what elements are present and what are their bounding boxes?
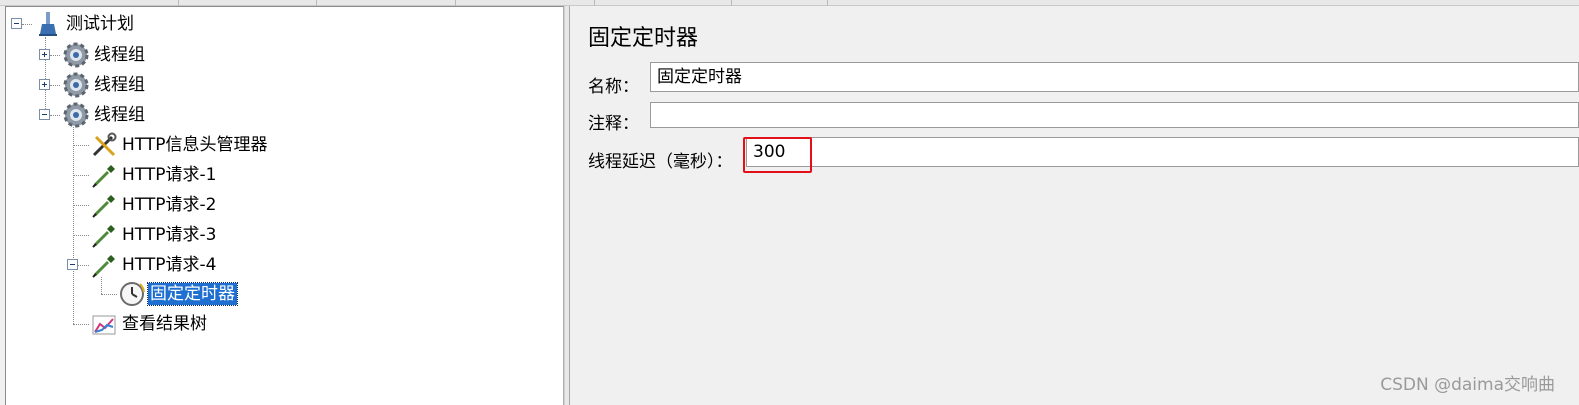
watermark: CSDN @daima交响曲	[1380, 375, 1555, 395]
name-label: 名称：	[588, 77, 639, 97]
collapse-toggle[interactable]	[11, 18, 22, 29]
thread-delay-field[interactable]: 300	[746, 137, 1579, 167]
tree-connector	[73, 145, 89, 146]
tree-node-label: 查看结果树	[122, 314, 207, 334]
tree-node-label: HTTP请求-2	[122, 195, 217, 215]
tree-node-label: 线程组	[94, 75, 145, 95]
tree-connector	[50, 85, 60, 86]
tree-node-label: 线程组	[94, 45, 145, 65]
tree-node-label: HTTP信息头管理器	[122, 135, 268, 155]
comment-field[interactable]	[650, 102, 1579, 128]
tree-connector	[73, 175, 89, 176]
panel-title: 固定定时器	[588, 26, 699, 51]
tree-connector	[50, 55, 60, 56]
tree-node-header-manager[interactable]: HTTP信息头管理器	[90, 131, 270, 159]
test-plan-tree[interactable]: 测试计划 线程组 线程组 线程组 HTTP信息头管理器 HTTP请求-1 HTT…	[5, 6, 564, 405]
pipette-icon	[90, 251, 118, 279]
tree-node-http-request[interactable]: HTTP请求-4	[90, 251, 218, 279]
tree-connector	[50, 115, 60, 116]
pipette-icon	[90, 221, 118, 249]
tree-connector	[73, 235, 89, 236]
split-pane-divider[interactable]	[564, 6, 570, 405]
expand-toggle[interactable]	[39, 49, 50, 60]
name-field[interactable]: 固定定时器	[650, 62, 1579, 92]
tree-node-thread-group[interactable]: 线程组	[62, 41, 147, 69]
tree-node-http-request[interactable]: HTTP请求-2	[90, 191, 218, 219]
tree-node-thread-group[interactable]: 线程组	[62, 71, 147, 99]
gear-icon	[62, 101, 90, 129]
tree-node-label: HTTP请求-4	[122, 255, 217, 275]
tree-node-label: 测试计划	[66, 14, 134, 34]
tree-node-label: HTTP请求-3	[122, 225, 217, 245]
tree-connector	[73, 205, 89, 206]
collapse-toggle[interactable]	[67, 259, 78, 270]
tree-node-label-selected: 固定定时器	[147, 282, 238, 306]
tree-connector	[73, 127, 74, 324]
gear-icon	[62, 71, 90, 99]
test-plan-icon	[34, 10, 62, 38]
collapse-toggle[interactable]	[39, 109, 50, 120]
chart-icon	[90, 310, 118, 338]
timer-icon	[118, 280, 146, 308]
tree-node-label: 线程组	[94, 105, 145, 125]
pipette-icon	[90, 161, 118, 189]
timer-settings-panel: 固定定时器 名称： 固定定时器 注释： 线程延迟（毫秒）： 300 CSDN @…	[571, 6, 1579, 405]
highlight-box	[743, 137, 812, 173]
tree-node-label: HTTP请求-1	[122, 165, 217, 185]
tree-connector	[78, 265, 89, 266]
comment-label: 注释：	[588, 114, 639, 134]
pipette-icon	[90, 191, 118, 219]
expand-toggle[interactable]	[39, 79, 50, 90]
tree-connector	[101, 277, 102, 294]
tree-connector	[73, 324, 89, 325]
tree-node-view-results-tree[interactable]: 查看结果树	[90, 310, 209, 338]
tree-connector	[22, 24, 32, 25]
gear-icon	[62, 41, 90, 69]
tools-icon	[90, 131, 118, 159]
thread-delay-label: 线程延迟（毫秒）：	[588, 152, 733, 172]
tree-node-constant-timer[interactable]: 固定定时器	[118, 280, 238, 308]
tree-node-http-request[interactable]: HTTP请求-3	[90, 221, 218, 249]
tree-node-thread-group[interactable]: 线程组	[62, 101, 147, 129]
tree-connector	[101, 294, 117, 295]
tree-node-test-plan[interactable]: 测试计划	[34, 10, 136, 38]
tree-node-http-request[interactable]: HTTP请求-1	[90, 161, 218, 189]
